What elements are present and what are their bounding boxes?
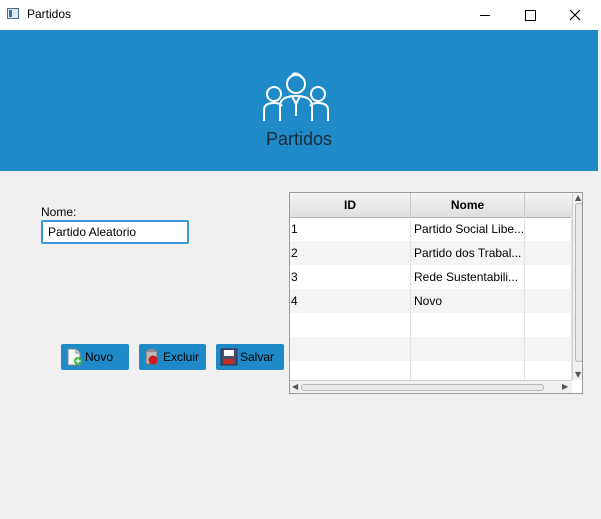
table-header: ID Nome bbox=[290, 193, 572, 218]
minimize-icon bbox=[480, 14, 490, 16]
cell-empty bbox=[525, 265, 572, 289]
column-header-id[interactable]: ID bbox=[290, 193, 411, 217]
group-people-icon bbox=[263, 72, 329, 121]
cell-nome: Partido Social Libe... bbox=[411, 217, 525, 241]
close-icon bbox=[569, 9, 581, 21]
horizontal-scrollbar[interactable]: ◀ ▶ bbox=[290, 380, 572, 393]
cell-empty bbox=[290, 313, 411, 337]
cell-empty bbox=[411, 313, 525, 337]
partidos-table[interactable]: ID Nome 1 Partido Social Libe... 2 Parti… bbox=[289, 192, 583, 394]
table-row-empty bbox=[290, 337, 572, 361]
salvar-button[interactable]: Salvar bbox=[216, 344, 284, 370]
salvar-button-label: Salvar bbox=[240, 350, 275, 364]
table-row[interactable]: 4 Novo bbox=[290, 289, 572, 313]
scroll-left-icon[interactable]: ◀ bbox=[292, 382, 298, 392]
table-row-empty bbox=[290, 313, 572, 337]
scroll-right-icon[interactable]: ▶ bbox=[562, 382, 568, 392]
cell-id: 4 bbox=[290, 289, 411, 313]
scroll-down-icon[interactable]: ▼ bbox=[575, 370, 581, 380]
cell-nome: Partido dos Trabal... bbox=[411, 241, 525, 265]
novo-button-label: Novo bbox=[85, 350, 114, 364]
cell-id: 1 bbox=[290, 217, 411, 241]
excluir-button[interactable]: Excluir bbox=[139, 344, 206, 370]
scroll-up-icon[interactable]: ▲ bbox=[575, 193, 581, 203]
nome-input[interactable] bbox=[41, 220, 189, 244]
horizontal-scroll-thumb[interactable] bbox=[301, 384, 544, 391]
maximize-icon bbox=[524, 9, 536, 21]
close-button[interactable] bbox=[552, 0, 598, 30]
vertical-scrollbar[interactable]: ▲ ▼ bbox=[572, 193, 582, 380]
excluir-button-label: Excluir bbox=[163, 350, 200, 364]
table-row[interactable]: 2 Partido dos Trabal... bbox=[290, 241, 572, 265]
cell-empty bbox=[525, 289, 572, 313]
nome-label: Nome: bbox=[41, 205, 77, 219]
window-title: Partidos bbox=[27, 7, 72, 21]
cell-empty bbox=[290, 337, 411, 361]
table-row[interactable]: 1 Partido Social Libe... bbox=[290, 217, 572, 241]
cell-nome: Novo bbox=[411, 289, 525, 313]
table-row[interactable]: 3 Rede Sustentabili... bbox=[290, 265, 572, 289]
header-banner: Partidos bbox=[0, 30, 598, 171]
page-title: Partidos bbox=[265, 129, 333, 149]
column-header-nome[interactable]: Nome bbox=[411, 193, 525, 217]
window-titlebar: Partidos bbox=[0, 0, 601, 30]
cell-nome: Rede Sustentabili... bbox=[411, 265, 525, 289]
column-header-filler bbox=[525, 193, 572, 217]
cell-empty bbox=[411, 337, 525, 361]
new-document-icon bbox=[67, 348, 82, 366]
cell-id: 2 bbox=[290, 241, 411, 265]
novo-button[interactable]: Novo bbox=[61, 344, 129, 370]
cell-empty bbox=[525, 337, 572, 361]
cell-empty bbox=[525, 241, 572, 265]
cell-id: 3 bbox=[290, 265, 411, 289]
minimize-button[interactable] bbox=[462, 0, 508, 30]
cell-empty bbox=[525, 313, 572, 337]
cell-empty bbox=[525, 217, 572, 241]
maximize-button[interactable] bbox=[507, 0, 553, 30]
save-icon bbox=[220, 348, 238, 366]
app-icon bbox=[7, 8, 19, 19]
delete-icon bbox=[145, 349, 158, 365]
vertical-scroll-thumb[interactable] bbox=[575, 203, 582, 362]
